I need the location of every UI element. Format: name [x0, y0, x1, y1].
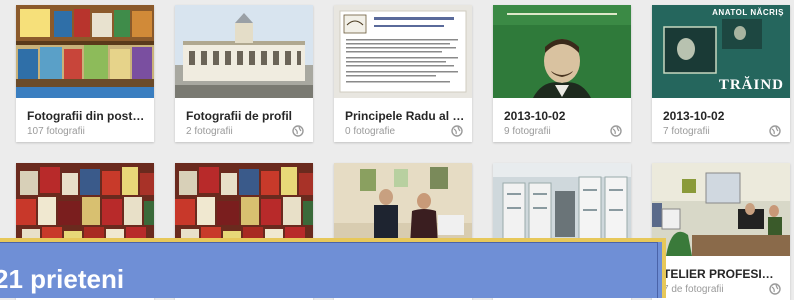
album-card[interactable]: 2013-10-02 9 fotografii: [493, 5, 631, 142]
album-photo-count: 7 fotografii: [663, 126, 710, 137]
album-title: 2013-10-02: [663, 109, 725, 123]
globe-icon: [610, 125, 622, 137]
album-thumbnail: [16, 5, 154, 98]
globe-icon: [769, 125, 781, 137]
book-cover-title: TRĂIND: [718, 77, 784, 93]
album-thumbnail: ANATOL NĂCRIȘ TRĂIND: [652, 5, 790, 98]
album-title: 2013-10-02: [504, 109, 566, 123]
album-title: TELIER PROFESI…: [663, 267, 774, 281]
album-photo-count: 107 fotografii: [27, 126, 85, 137]
album-thumbnail: [652, 163, 790, 256]
album-photo-count: 2 fotografii: [186, 126, 233, 137]
album-card[interactable]: Fotografii din post… 107 fotografii: [16, 5, 154, 142]
globe-icon: [769, 283, 781, 295]
friends-banner[interactable]: 21 prieteni: [0, 238, 666, 298]
album-thumbnail: [334, 5, 472, 98]
album-title: Principele Radu al …: [345, 109, 465, 123]
book-cover-author: ANATOL NĂCRIȘ: [712, 8, 784, 17]
album-thumbnail: [175, 5, 313, 98]
album-thumbnail: [493, 5, 631, 98]
album-title: Fotografii de profil: [186, 109, 292, 123]
album-title: Fotografii din post…: [27, 109, 145, 123]
album-card[interactable]: Fotografii de profil 2 fotografii: [175, 5, 313, 142]
globe-icon: [292, 125, 304, 137]
globe-icon: [451, 125, 463, 137]
album-card[interactable]: TELIER PROFESI… 7 de fotografii: [652, 163, 790, 300]
friends-count-label: 21 prieteni: [0, 264, 125, 294]
album-photo-count: 9 fotografii: [504, 126, 551, 137]
album-photo-count: 7 de fotografii: [663, 284, 724, 295]
album-photo-count: 0 fotografie: [345, 126, 396, 137]
album-card[interactable]: Principele Radu al … 0 fotografie: [334, 5, 472, 142]
album-card[interactable]: ANATOL NĂCRIȘ TRĂIND 2013-10-02 7 fotogr…: [652, 5, 790, 142]
